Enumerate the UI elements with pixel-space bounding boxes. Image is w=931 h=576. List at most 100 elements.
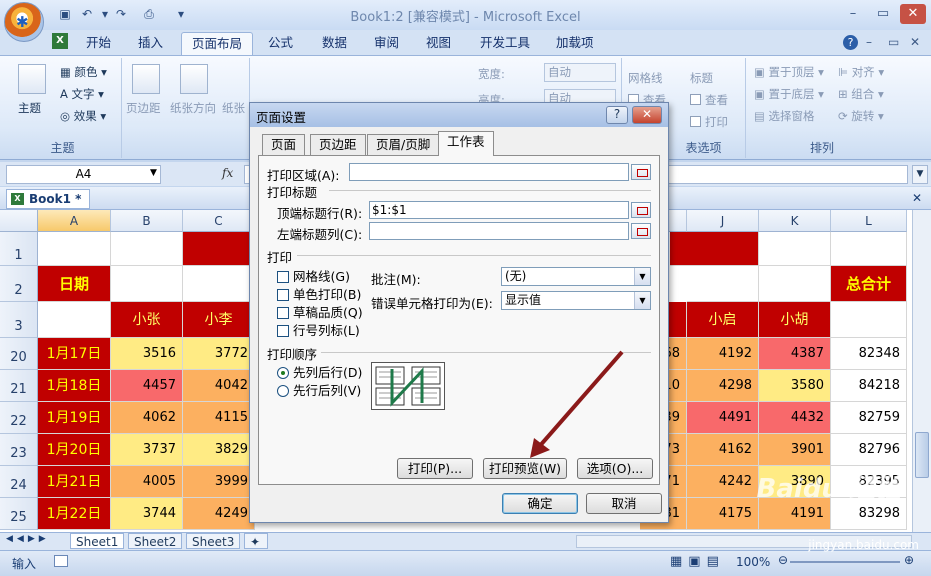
date-cell[interactable]: 1月20日 — [38, 434, 111, 466]
scroll-thumb[interactable] — [915, 432, 929, 478]
row-header[interactable]: 3 — [0, 302, 38, 338]
value-cell[interactable]: 4457 — [111, 370, 183, 402]
cell[interactable] — [183, 266, 255, 302]
name-header-cell[interactable] — [669, 302, 687, 338]
row-header[interactable]: 20 — [0, 338, 38, 370]
tab-insert[interactable]: 插入 — [128, 32, 173, 56]
view-buttons-icon[interactable]: ▦▣▤ — [670, 554, 725, 569]
value-cell[interactable]: 4298 — [687, 370, 759, 402]
date-cell[interactable]: 1月21日 — [38, 466, 111, 498]
over-then-down-radio[interactable]: 先行后列(V) — [277, 380, 361, 399]
column-header-c[interactable]: C — [183, 210, 255, 232]
theme-fonts-button[interactable]: A 文字 ▾ — [60, 86, 104, 102]
black-white-checkbox[interactable]: 单色打印(B) — [277, 284, 361, 303]
ribbon-restore-icon[interactable]: ▭ — [888, 35, 899, 49]
value-cell[interactable]: 3516 — [111, 338, 183, 370]
zoom-slider[interactable] — [790, 561, 900, 563]
name-header-cell[interactable]: 小启 — [687, 302, 759, 338]
bring-to-front-button[interactable]: ▣ 置于顶层 ▾ — [754, 64, 824, 80]
value-cell[interactable]: 4042 — [183, 370, 255, 402]
cell[interactable] — [38, 232, 111, 266]
macro-record-icon[interactable] — [54, 555, 68, 567]
value-cell[interactable]: 4432 — [759, 402, 831, 434]
draft-quality-checkbox[interactable]: 草稿品质(Q) — [277, 302, 363, 321]
sheet-tab-3[interactable]: Sheet3 — [186, 533, 241, 549]
column-header-k[interactable]: K — [759, 210, 831, 232]
total-cell[interactable]: 84218 — [831, 370, 907, 402]
dialog-tab-margins[interactable]: 页边距 — [310, 134, 366, 155]
cell-errors-select[interactable]: 显示值 ▼ — [501, 291, 651, 310]
align-button[interactable]: ⊫ 对齐 ▾ — [838, 64, 884, 80]
cell[interactable] — [759, 266, 831, 302]
dialog-close-button[interactable]: ✕ — [632, 106, 662, 124]
restore-button[interactable]: ▭ — [870, 4, 896, 24]
gridlines-checkbox[interactable]: 网格线(G) — [277, 266, 350, 285]
row-header[interactable]: 1 — [0, 232, 38, 266]
name-header-cell[interactable]: 小胡 — [759, 302, 831, 338]
cell[interactable] — [111, 232, 183, 266]
scale-width-select[interactable]: 自动 — [544, 63, 616, 82]
sheet-nav-icons[interactable]: ◀◀▶▶ — [6, 534, 50, 544]
theme-colors-button[interactable]: ▦ 颜色 ▾ — [60, 64, 107, 80]
selection-pane-button[interactable]: ▤ 选择窗格 — [754, 108, 815, 124]
print-area-input[interactable] — [349, 163, 629, 181]
insert-sheet-icon[interactable]: ✦ — [244, 533, 268, 549]
row-header[interactable]: 25 — [0, 498, 38, 530]
office-button[interactable]: ✱ — [4, 2, 44, 42]
collapse-dialog-icon[interactable] — [631, 202, 651, 218]
size-button[interactable]: 纸张 — [222, 100, 245, 116]
cell[interactable] — [831, 232, 907, 266]
expand-formula-icon[interactable]: ▼ — [912, 165, 928, 184]
value-cell[interactable]: 4491 — [687, 402, 759, 434]
date-cell[interactable]: 1月18日 — [38, 370, 111, 402]
close-button[interactable]: ✕ — [900, 4, 926, 24]
row-header[interactable]: 21 — [0, 370, 38, 402]
print-button[interactable]: 打印(P)... — [397, 458, 473, 479]
dialog-tab-sheet[interactable]: 工作表 — [438, 131, 494, 156]
row-col-headings-checkbox[interactable]: 行号列标(L) — [277, 320, 360, 339]
rotate-button[interactable]: ⟳ 旋转 ▾ — [838, 108, 884, 124]
column-header-b[interactable]: B — [111, 210, 183, 232]
value-cell[interactable]: 4249 — [183, 498, 255, 530]
value-cell[interactable]: 3901 — [759, 434, 831, 466]
value-cell[interactable]: 4005 — [111, 466, 183, 498]
row-header[interactable]: 23 — [0, 434, 38, 466]
minimize-button[interactable]: – — [840, 4, 866, 24]
column-header-j[interactable]: J — [687, 210, 759, 232]
value-cell[interactable]: 3744 — [111, 498, 183, 530]
total-cell[interactable]: 82796 — [831, 434, 907, 466]
title-cell[interactable] — [670, 232, 759, 266]
cell[interactable] — [111, 266, 183, 302]
headings-view-checkbox[interactable]: 查看 — [690, 92, 728, 108]
cell[interactable] — [759, 232, 831, 266]
dialog-help-button[interactable]: ? — [606, 106, 628, 124]
row-header[interactable]: 24 — [0, 466, 38, 498]
cols-repeat-input[interactable] — [369, 222, 629, 240]
total-cell[interactable]: 82348 — [831, 338, 907, 370]
collapse-dialog-icon[interactable] — [631, 223, 651, 239]
margins-button[interactable]: 页边距 — [126, 100, 161, 116]
tab-formulas[interactable]: 公式 — [258, 32, 303, 56]
tab-addins[interactable]: 加载项 — [546, 32, 604, 56]
dialog-tab-header-footer[interactable]: 页眉/页脚 — [367, 134, 440, 155]
zoom-in-icon[interactable]: ⊕ — [904, 553, 914, 567]
value-cell[interactable]: 4242 — [687, 466, 759, 498]
date-cell[interactable]: 1月22日 — [38, 498, 111, 530]
name-box-dropdown-icon[interactable]: ▼ — [150, 168, 157, 178]
themes-icon[interactable] — [18, 64, 46, 94]
cell[interactable] — [38, 302, 111, 338]
title-cell[interactable] — [183, 232, 255, 266]
name-header-cell[interactable]: 小张 — [111, 302, 183, 338]
date-header-cell[interactable]: 日期 — [38, 266, 111, 302]
headings-print-checkbox[interactable]: 打印 — [690, 114, 728, 130]
value-cell[interactable]: 3772 — [183, 338, 255, 370]
sheet-tab-1[interactable]: Sheet1 — [70, 533, 125, 549]
cell[interactable] — [687, 266, 759, 302]
date-cell[interactable]: 1月17日 — [38, 338, 111, 370]
sheet-tab-2[interactable]: Sheet2 — [128, 533, 183, 549]
comments-select[interactable]: (无) ▼ — [501, 267, 651, 286]
value-cell[interactable]: 4175 — [687, 498, 759, 530]
help-icon[interactable]: ? — [843, 35, 858, 50]
insert-function-icon[interactable]: fx — [222, 166, 233, 180]
value-cell[interactable]: 4115 — [183, 402, 255, 434]
